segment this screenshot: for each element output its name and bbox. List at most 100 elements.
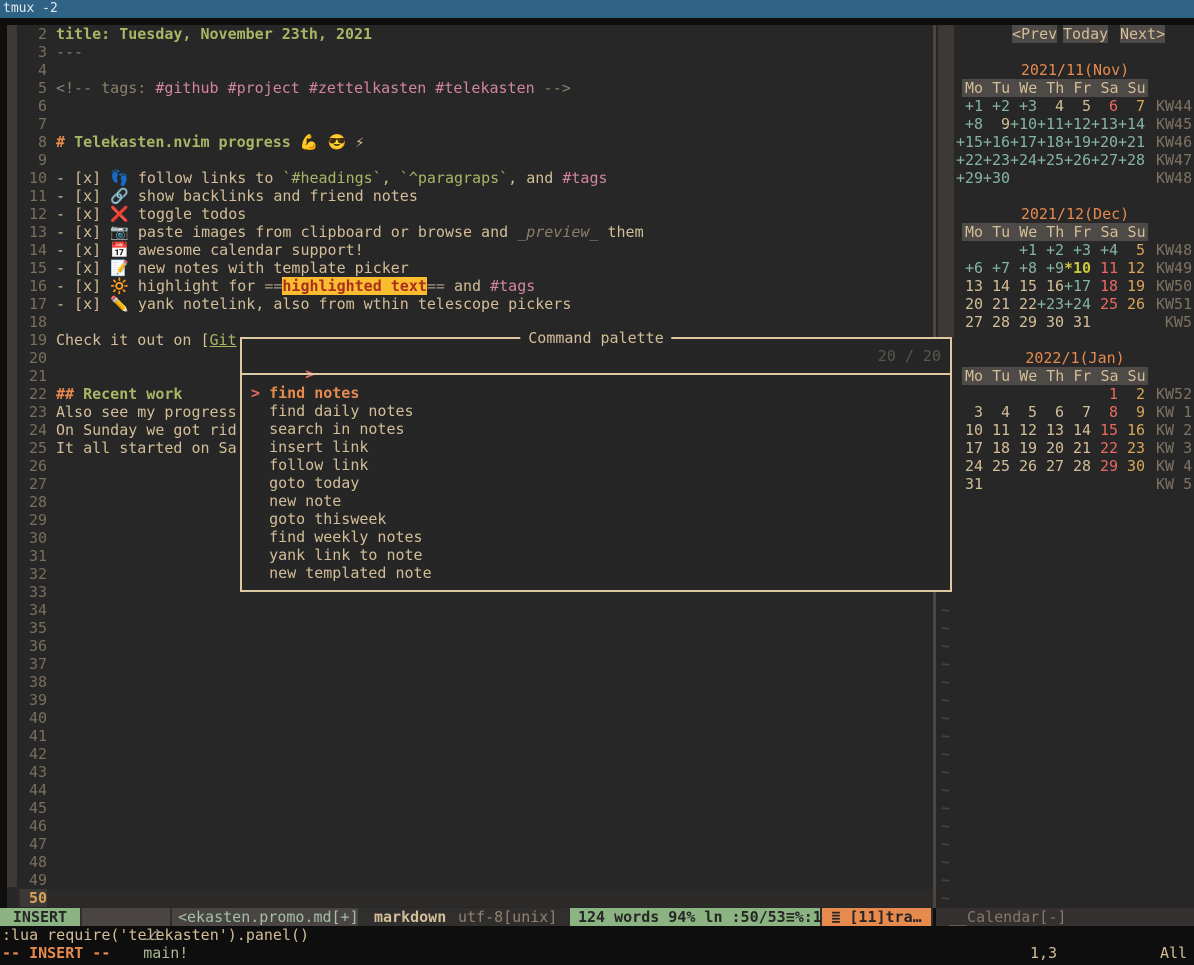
calendar-day[interactable]: 4 — [983, 403, 1010, 421]
calendar-day[interactable]: 9 — [1118, 403, 1145, 421]
calendar-day[interactable]: +6 — [956, 259, 983, 277]
calendar-day[interactable]: +28 — [1118, 151, 1145, 169]
calendar-day[interactable]: 19 — [1010, 439, 1037, 457]
editor-line[interactable]: 16 - [x] 🔆 highlight for ==highlighted t… — [0, 277, 933, 295]
calendar-day[interactable]: *10 — [1064, 259, 1091, 277]
editor-line[interactable]: 2 title: Tuesday, November 23th, 2021 — [0, 25, 933, 43]
calendar-day[interactable]: 19 — [1118, 277, 1145, 295]
palette-item[interactable]: goto thisweek — [242, 510, 950, 528]
calendar-day[interactable]: +30 — [983, 169, 1010, 187]
editor-line[interactable]: 10 - [x] 👣 follow links to `#headings`, … — [0, 169, 933, 187]
editor-line[interactable]: 17 - [x] ✏️ yank notelink, also from wth… — [0, 295, 933, 313]
calendar-day[interactable]: +8 — [956, 115, 983, 133]
calendar-day[interactable]: 25 — [983, 457, 1010, 475]
calendar-day[interactable]: 3 — [956, 403, 983, 421]
editor-line[interactable]: 39 — [0, 691, 933, 709]
calendar-day[interactable]: +7 — [983, 259, 1010, 277]
calendar-day[interactable]: 5 — [1118, 241, 1145, 259]
calendar-day[interactable]: 18 — [1091, 277, 1118, 295]
editor-line[interactable]: 43 — [0, 763, 933, 781]
calendar-day[interactable]: 21 — [1064, 439, 1091, 457]
calendar-day[interactable]: +21 — [1118, 133, 1145, 151]
calendar-day[interactable]: 22 — [1091, 439, 1118, 457]
calendar-day[interactable]: 13 — [1037, 421, 1064, 439]
calendar-day[interactable]: 15 — [1091, 421, 1118, 439]
calendar-day[interactable]: 10 — [956, 421, 983, 439]
calendar-day[interactable]: +4 — [1091, 241, 1118, 259]
calendar-day[interactable]: +13 — [1091, 115, 1118, 133]
calendar-day[interactable]: 31 — [1064, 313, 1091, 331]
editor-line[interactable]: 41 — [0, 727, 933, 745]
calendar-day[interactable]: 21 — [983, 295, 1010, 313]
editor-line[interactable]: 42 — [0, 745, 933, 763]
editor-line[interactable]: 50 — [17, 889, 933, 907]
palette-item[interactable]: new note — [242, 492, 950, 510]
calendar-day[interactable]: 20 — [1037, 439, 1064, 457]
editor-line[interactable]: 46 — [0, 817, 933, 835]
palette-prompt-input[interactable]: > — [242, 347, 950, 365]
calendar-day[interactable]: +3 — [1010, 97, 1037, 115]
calendar-day[interactable]: +17 — [1064, 277, 1091, 295]
calendar-day[interactable]: +14 — [1118, 115, 1145, 133]
calendar-day[interactable]: +23 — [983, 151, 1010, 169]
editor-line[interactable]: 18 — [0, 313, 933, 331]
editor-line[interactable]: 47 — [0, 835, 933, 853]
calendar-day[interactable]: +24 — [1010, 151, 1037, 169]
calendar-day[interactable]: 6 — [1037, 403, 1064, 421]
calendar-day[interactable]: 25 — [1091, 295, 1118, 313]
calendar-day[interactable]: +2 — [983, 97, 1010, 115]
calendar-day[interactable]: 4 — [1037, 97, 1064, 115]
calendar-day[interactable]: +24 — [1064, 295, 1091, 313]
calendar-day[interactable]: 27 — [956, 313, 983, 331]
calendar-day[interactable]: 5 — [1010, 403, 1037, 421]
calendar-day[interactable]: 15 — [1010, 277, 1037, 295]
calendar-day[interactable]: 26 — [1010, 457, 1037, 475]
editor-line[interactable]: 13 - [x] 📷 paste images from clipboard o… — [0, 223, 933, 241]
editor-line[interactable]: 5 <!-- tags: #github #project #zettelkas… — [0, 79, 933, 97]
editor-line[interactable]: 45 — [0, 799, 933, 817]
calendar-day[interactable]: +9 — [1037, 259, 1064, 277]
editor-line[interactable]: 48 — [0, 853, 933, 871]
palette-item[interactable]: find daily notes — [242, 402, 950, 420]
editor-line[interactable]: 9 — [0, 151, 933, 169]
calendar-day[interactable]: 6 — [1091, 97, 1118, 115]
calendar-day[interactable]: +17 — [1010, 133, 1037, 151]
editor-line[interactable]: 15 - [x] 📝 new notes with template picke… — [0, 259, 933, 277]
editor-line[interactable]: 3 --- — [0, 43, 933, 61]
calendar-day[interactable]: 14 — [983, 277, 1010, 295]
calendar-day[interactable]: 22 — [1010, 295, 1037, 313]
calendar-day[interactable]: +26 — [1064, 151, 1091, 169]
calendar-day[interactable]: 5 — [1064, 97, 1091, 115]
calendar-day[interactable]: 26 — [1118, 295, 1145, 313]
calendar-day[interactable]: +2 — [1037, 241, 1064, 259]
palette-item[interactable]: new templated note — [242, 564, 950, 582]
calendar-day[interactable]: 11 — [983, 421, 1010, 439]
calendar-day[interactable]: +12 — [1064, 115, 1091, 133]
calendar-day[interactable]: 20 — [956, 295, 983, 313]
palette-item[interactable]: insert link — [242, 438, 950, 456]
calendar-day[interactable]: +16 — [983, 133, 1010, 151]
calendar-day[interactable]: +20 — [1091, 133, 1118, 151]
calendar-day[interactable]: +27 — [1091, 151, 1118, 169]
calendar-day[interactable]: 30 — [1118, 457, 1145, 475]
calendar-day[interactable]: +23 — [1037, 295, 1064, 313]
calendar-day[interactable]: 27 — [1037, 457, 1064, 475]
calendar-day[interactable]: 2 — [1118, 385, 1145, 403]
calendar-day[interactable]: +11 — [1037, 115, 1064, 133]
palette-item[interactable]: search in notes — [242, 420, 950, 438]
today-button[interactable]: Today — [1063, 25, 1108, 43]
editor-line[interactable]: 35 — [0, 619, 933, 637]
calendar-day[interactable]: 28 — [1064, 457, 1091, 475]
palette-item[interactable]: > find notes — [242, 384, 950, 402]
calendar-day[interactable]: 8 — [1091, 403, 1118, 421]
calendar-day[interactable]: +22 — [956, 151, 983, 169]
editor-line[interactable]: 6 — [0, 97, 933, 115]
editor-line[interactable]: 12 - [x] ❌ toggle todos — [0, 205, 933, 223]
editor-line[interactable]: 11 - [x] 🔗 show backlinks and friend not… — [0, 187, 933, 205]
calendar-day[interactable]: +8 — [1010, 259, 1037, 277]
editor-line[interactable]: 4 — [0, 61, 933, 79]
calendar-day[interactable]: 16 — [1118, 421, 1145, 439]
palette-item[interactable]: find weekly notes — [242, 528, 950, 546]
calendar-day[interactable]: +3 — [1064, 241, 1091, 259]
calendar-day[interactable]: 29 — [1091, 457, 1118, 475]
